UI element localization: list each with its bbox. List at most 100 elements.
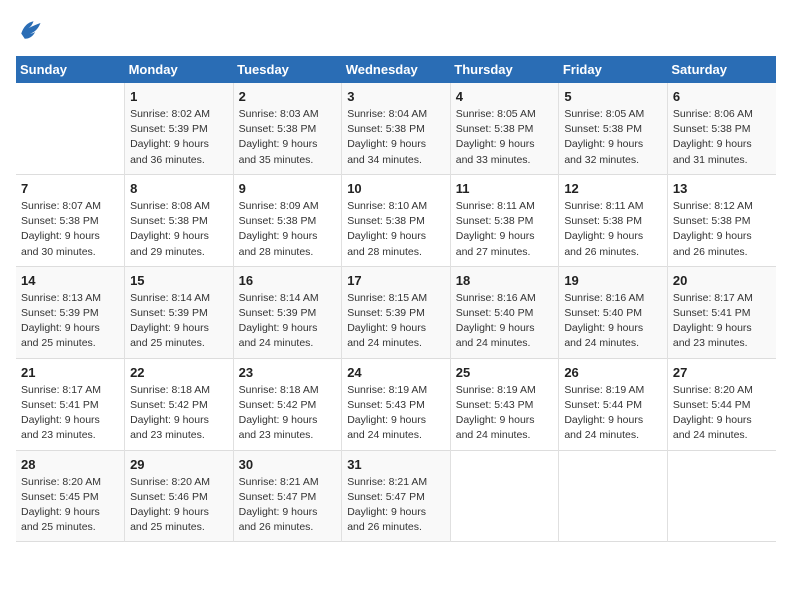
weekday-header-friday: Friday [559, 56, 668, 83]
day-detail: Sunrise: 8:05 AM Sunset: 5:38 PM Dayligh… [456, 107, 554, 168]
day-detail: Sunrise: 8:12 AM Sunset: 5:38 PM Dayligh… [673, 199, 771, 260]
calendar-cell: 27 Sunrise: 8:20 AM Sunset: 5:44 PM Dayli… [667, 358, 776, 450]
day-detail: Sunrise: 8:18 AM Sunset: 5:42 PM Dayligh… [130, 383, 228, 444]
page-header [16, 16, 776, 44]
calendar-cell: 10Sunrise: 8:10 AM Sunset: 5:38 PM Dayli… [342, 174, 451, 266]
day-detail: Sunrise: 8:20 AM Sunset: 5:44 PM Dayligh… [673, 383, 771, 444]
calendar-cell: 29 Sunrise: 8:20 AM Sunset: 5:46 PM Dayli… [125, 450, 234, 542]
day-detail: Sunrise: 8:19 AM Sunset: 5:43 PM Dayligh… [347, 383, 445, 444]
calendar-cell: 15 Sunrise: 8:14 AM Sunset: 5:39 PM Dayli… [125, 266, 234, 358]
weekday-header-tuesday: Tuesday [233, 56, 342, 83]
day-detail: Sunrise: 8:20 AM Sunset: 5:46 PM Dayligh… [130, 475, 228, 536]
day-number: 5 [564, 89, 662, 104]
weekday-header-saturday: Saturday [667, 56, 776, 83]
weekday-header-sunday: Sunday [16, 56, 125, 83]
weekday-row: SundayMondayTuesdayWednesdayThursdayFrid… [16, 56, 776, 83]
calendar-cell: 23 Sunrise: 8:18 AM Sunset: 5:42 PM Dayli… [233, 358, 342, 450]
day-detail: Sunrise: 8:05 AM Sunset: 5:38 PM Dayligh… [564, 107, 662, 168]
day-number: 7 [21, 181, 119, 196]
calendar-cell: 28Sunrise: 8:20 AM Sunset: 5:45 PM Dayli… [16, 450, 125, 542]
day-number: 2 [239, 89, 337, 104]
day-detail: Sunrise: 8:16 AM Sunset: 5:40 PM Dayligh… [456, 291, 554, 352]
day-number: 30 [239, 457, 337, 472]
day-number: 17 [347, 273, 445, 288]
calendar-cell [450, 450, 559, 542]
day-number: 15 [130, 273, 228, 288]
day-detail: Sunrise: 8:06 AM Sunset: 5:38 PM Dayligh… [673, 107, 771, 168]
day-detail: Sunrise: 8:14 AM Sunset: 5:39 PM Dayligh… [130, 291, 228, 352]
day-detail: Sunrise: 8:15 AM Sunset: 5:39 PM Dayligh… [347, 291, 445, 352]
calendar-cell: 26 Sunrise: 8:19 AM Sunset: 5:44 PM Dayli… [559, 358, 668, 450]
calendar-cell: 30 Sunrise: 8:21 AM Sunset: 5:47 PM Dayli… [233, 450, 342, 542]
day-number: 22 [130, 365, 228, 380]
day-number: 4 [456, 89, 554, 104]
calendar-cell: 25Sunrise: 8:19 AM Sunset: 5:43 PM Dayli… [450, 358, 559, 450]
day-number: 31 [347, 457, 445, 472]
calendar-cell: 1Sunrise: 8:02 AM Sunset: 5:39 PM Daylig… [125, 83, 234, 174]
calendar-week-row: 7 Sunrise: 8:07 AM Sunset: 5:38 PM Daylig… [16, 174, 776, 266]
calendar-cell: 2 Sunrise: 8:03 AM Sunset: 5:38 PM Daylig… [233, 83, 342, 174]
day-number: 23 [239, 365, 337, 380]
calendar-cell: 7 Sunrise: 8:07 AM Sunset: 5:38 PM Daylig… [16, 174, 125, 266]
day-detail: Sunrise: 8:17 AM Sunset: 5:41 PM Dayligh… [21, 383, 119, 444]
calendar-cell: 3 Sunrise: 8:04 AM Sunset: 5:38 PM Daylig… [342, 83, 451, 174]
calendar-table: SundayMondayTuesdayWednesdayThursdayFrid… [16, 56, 776, 542]
calendar-week-row: 1Sunrise: 8:02 AM Sunset: 5:39 PM Daylig… [16, 83, 776, 174]
calendar-cell: 11 Sunrise: 8:11 AM Sunset: 5:38 PM Dayli… [450, 174, 559, 266]
day-detail: Sunrise: 8:17 AM Sunset: 5:41 PM Dayligh… [673, 291, 771, 352]
calendar-week-row: 14Sunrise: 8:13 AM Sunset: 5:39 PM Dayli… [16, 266, 776, 358]
logo [16, 16, 48, 44]
day-number: 16 [239, 273, 337, 288]
day-number: 19 [564, 273, 662, 288]
day-detail: Sunrise: 8:19 AM Sunset: 5:44 PM Dayligh… [564, 383, 662, 444]
day-detail: Sunrise: 8:10 AM Sunset: 5:38 PM Dayligh… [347, 199, 445, 260]
day-number: 14 [21, 273, 119, 288]
day-detail: Sunrise: 8:21 AM Sunset: 5:47 PM Dayligh… [239, 475, 337, 536]
calendar-cell: 31 Sunrise: 8:21 AM Sunset: 5:47 PM Dayli… [342, 450, 451, 542]
day-detail: Sunrise: 8:21 AM Sunset: 5:47 PM Dayligh… [347, 475, 445, 536]
logo-icon [16, 16, 44, 44]
calendar-cell: 6Sunrise: 8:06 AM Sunset: 5:38 PM Daylig… [667, 83, 776, 174]
day-detail: Sunrise: 8:19 AM Sunset: 5:43 PM Dayligh… [456, 383, 554, 444]
day-number: 20 [673, 273, 771, 288]
day-number: 12 [564, 181, 662, 196]
day-detail: Sunrise: 8:11 AM Sunset: 5:38 PM Dayligh… [456, 199, 554, 260]
day-detail: Sunrise: 8:09 AM Sunset: 5:38 PM Dayligh… [239, 199, 337, 260]
day-detail: Sunrise: 8:18 AM Sunset: 5:42 PM Dayligh… [239, 383, 337, 444]
day-detail: Sunrise: 8:03 AM Sunset: 5:38 PM Dayligh… [239, 107, 337, 168]
calendar-cell: 17 Sunrise: 8:15 AM Sunset: 5:39 PM Dayli… [342, 266, 451, 358]
day-detail: Sunrise: 8:20 AM Sunset: 5:45 PM Dayligh… [21, 475, 119, 536]
day-detail: Sunrise: 8:08 AM Sunset: 5:38 PM Dayligh… [130, 199, 228, 260]
calendar-cell: 8 Sunrise: 8:08 AM Sunset: 5:38 PM Daylig… [125, 174, 234, 266]
calendar-week-row: 21 Sunrise: 8:17 AM Sunset: 5:41 PM Dayli… [16, 358, 776, 450]
calendar-cell: 5 Sunrise: 8:05 AM Sunset: 5:38 PM Daylig… [559, 83, 668, 174]
day-number: 9 [239, 181, 337, 196]
day-number: 8 [130, 181, 228, 196]
calendar-cell: 21 Sunrise: 8:17 AM Sunset: 5:41 PM Dayli… [16, 358, 125, 450]
weekday-header-wednesday: Wednesday [342, 56, 451, 83]
calendar-cell: 12 Sunrise: 8:11 AM Sunset: 5:38 PM Dayli… [559, 174, 668, 266]
calendar-cell [559, 450, 668, 542]
day-detail: Sunrise: 8:14 AM Sunset: 5:39 PM Dayligh… [239, 291, 337, 352]
calendar-cell: 16 Sunrise: 8:14 AM Sunset: 5:39 PM Dayli… [233, 266, 342, 358]
calendar-cell [667, 450, 776, 542]
day-number: 29 [130, 457, 228, 472]
day-number: 13 [673, 181, 771, 196]
day-detail: Sunrise: 8:02 AM Sunset: 5:39 PM Dayligh… [130, 107, 228, 168]
weekday-header-monday: Monday [125, 56, 234, 83]
calendar-cell: 24 Sunrise: 8:19 AM Sunset: 5:43 PM Dayli… [342, 358, 451, 450]
day-number: 11 [456, 181, 554, 196]
day-detail: Sunrise: 8:04 AM Sunset: 5:38 PM Dayligh… [347, 107, 445, 168]
calendar-cell: 20 Sunrise: 8:17 AM Sunset: 5:41 PM Dayli… [667, 266, 776, 358]
day-detail: Sunrise: 8:11 AM Sunset: 5:38 PM Dayligh… [564, 199, 662, 260]
weekday-header-thursday: Thursday [450, 56, 559, 83]
day-number: 27 [673, 365, 771, 380]
calendar-cell: 9 Sunrise: 8:09 AM Sunset: 5:38 PM Daylig… [233, 174, 342, 266]
day-number: 3 [347, 89, 445, 104]
day-number: 26 [564, 365, 662, 380]
day-number: 24 [347, 365, 445, 380]
day-number: 18 [456, 273, 554, 288]
calendar-cell: 4 Sunrise: 8:05 AM Sunset: 5:38 PM Daylig… [450, 83, 559, 174]
day-number: 21 [21, 365, 119, 380]
day-detail: Sunrise: 8:07 AM Sunset: 5:38 PM Dayligh… [21, 199, 119, 260]
